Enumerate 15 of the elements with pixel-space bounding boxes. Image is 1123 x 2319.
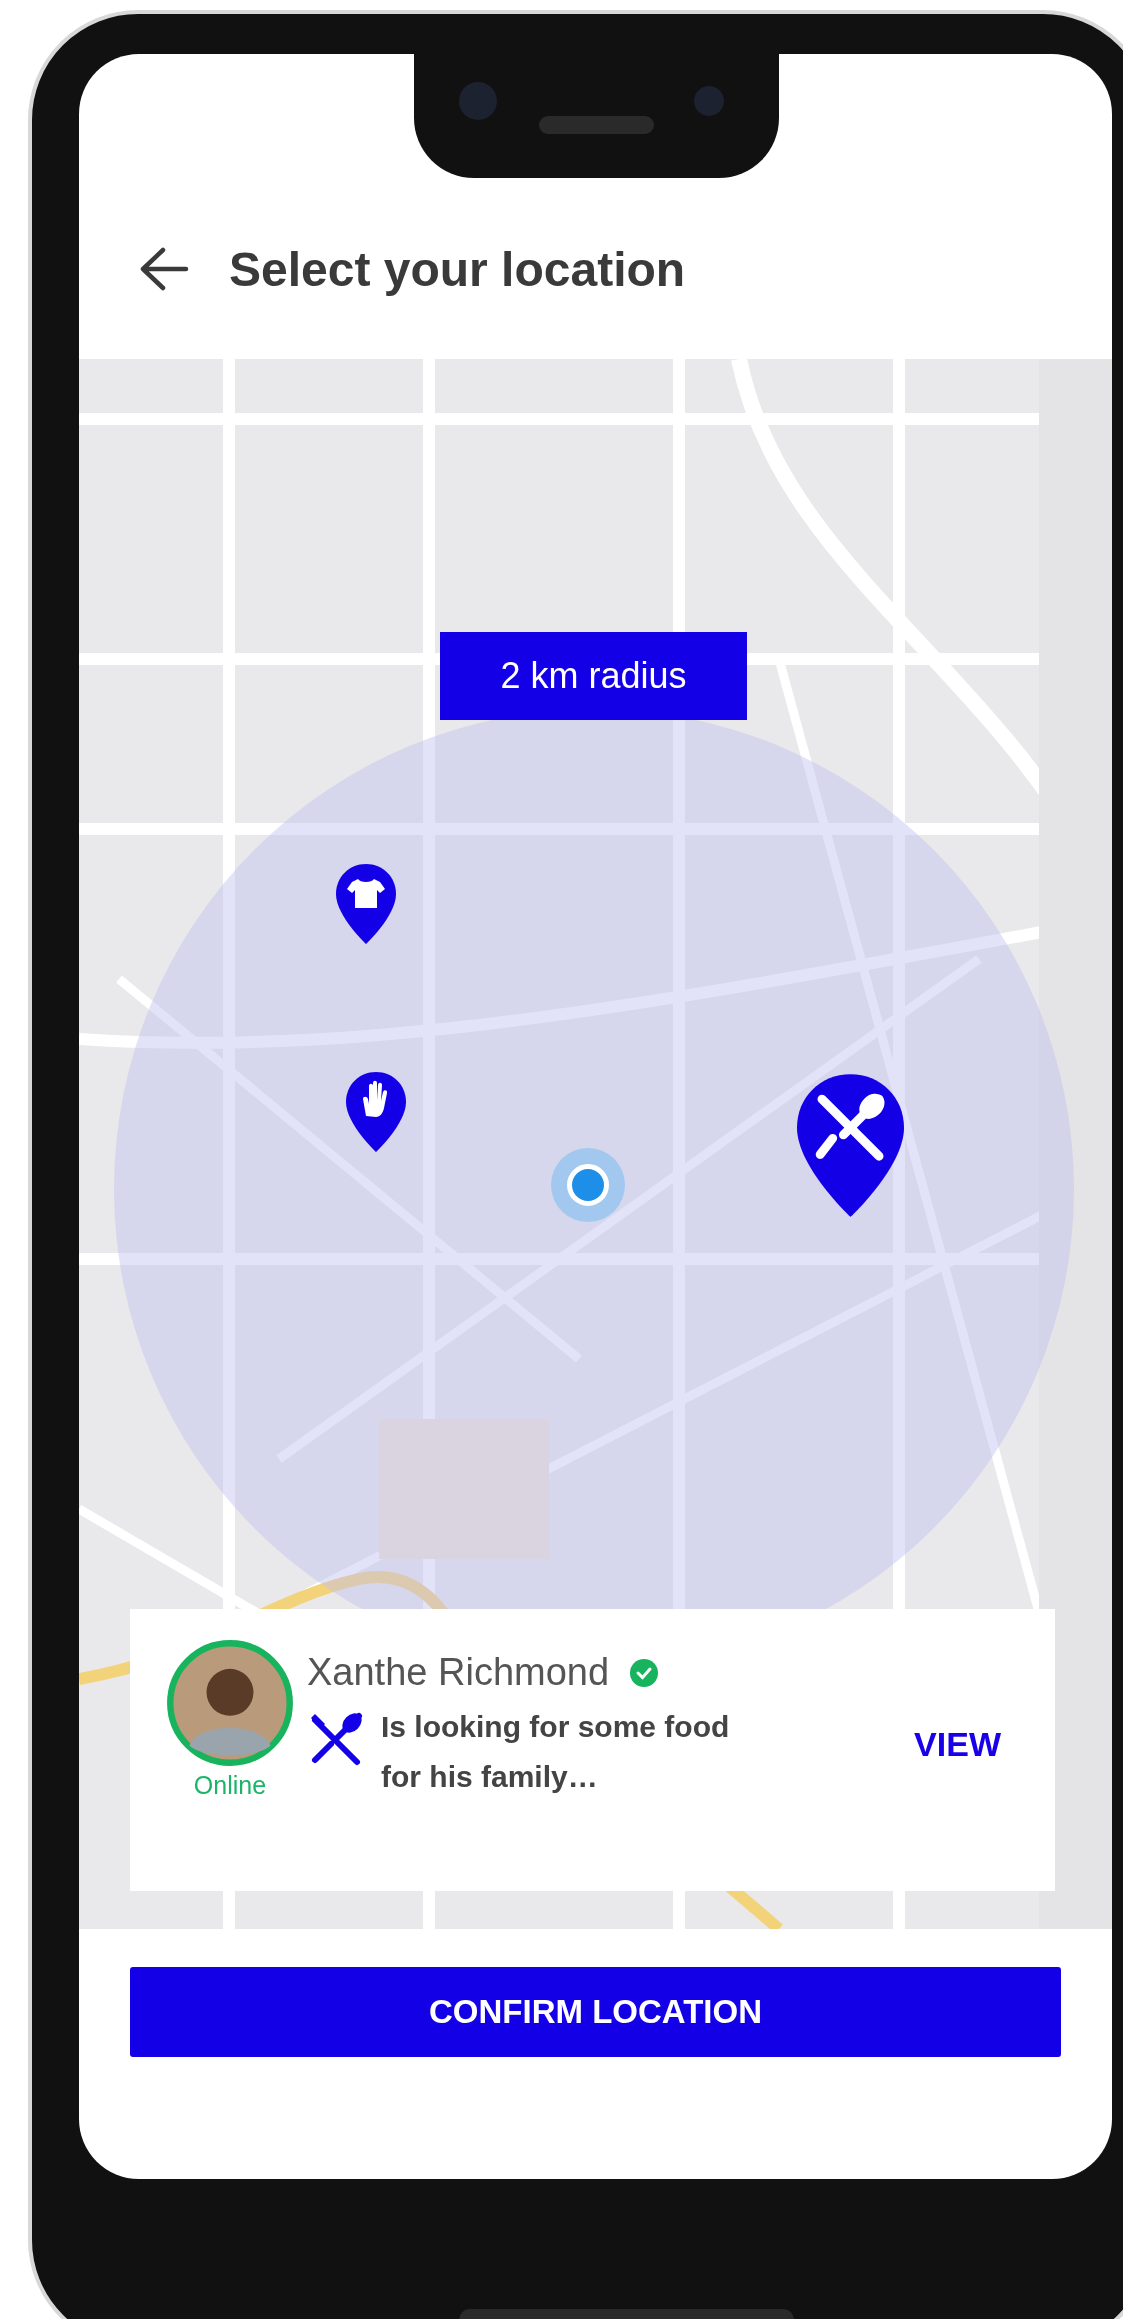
view-button[interactable]: VIEW bbox=[910, 1719, 1005, 1770]
back-arrow-icon[interactable] bbox=[139, 247, 189, 291]
camera-icon bbox=[694, 86, 724, 116]
speaker-icon bbox=[539, 116, 654, 134]
user-name: Xanthe Richmond bbox=[307, 1651, 610, 1694]
request-card[interactable]: Online Xanthe Richmond Is looking for some food for his family… VIEW bbox=[130, 1609, 1055, 1891]
online-status: Online bbox=[193, 1771, 267, 1800]
screen-title: Select your location bbox=[229, 241, 686, 297]
shirt-pin-icon[interactable] bbox=[336, 864, 396, 944]
radius-label: 2 km radius bbox=[440, 632, 747, 720]
confirm-location-button[interactable]: CONFIRM LOCATION bbox=[130, 1967, 1061, 2057]
utensils-pin-icon[interactable] bbox=[797, 1074, 904, 1217]
camera-icon bbox=[459, 82, 497, 120]
hand-pin-icon[interactable] bbox=[346, 1072, 406, 1152]
request-message: Is looking for some food for his family… bbox=[381, 1709, 731, 1795]
